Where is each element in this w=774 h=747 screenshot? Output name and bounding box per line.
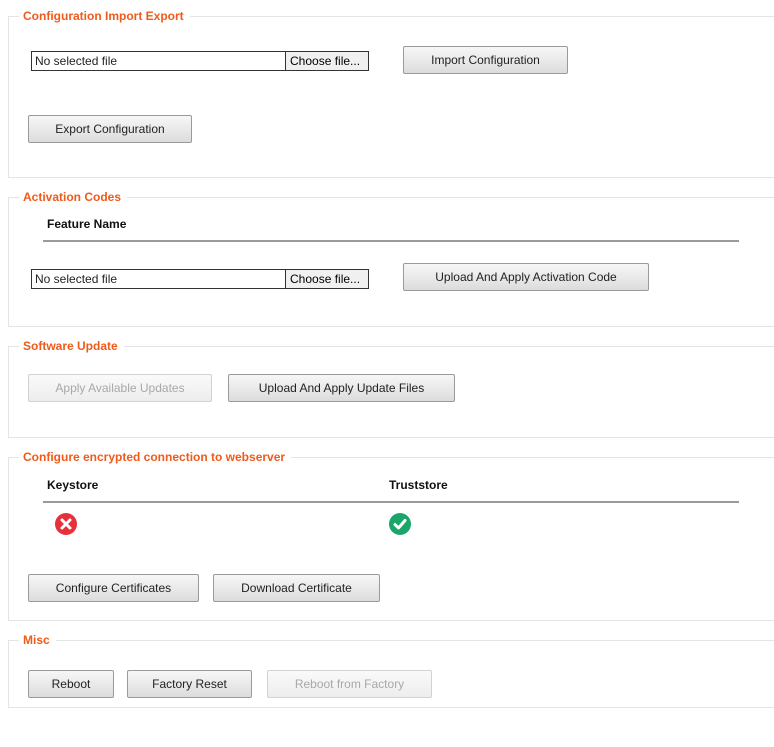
section-title: Misc [19,633,56,648]
config-choose-file-button[interactable]: Choose file... [285,51,369,71]
activation-choose-file-button[interactable]: Choose file... [285,269,369,289]
configure-certificates-button[interactable]: Configure Certificates [28,574,199,602]
section-title: Activation Codes [19,190,128,205]
config-file-picker[interactable]: No selected file Choose file... [31,51,369,71]
download-certificate-button[interactable]: Download Certificate [213,574,380,602]
check-circle-icon [389,513,411,535]
upload-activation-code-button[interactable]: Upload And Apply Activation Code [403,263,649,291]
factory-reset-button[interactable]: Factory Reset [127,670,252,698]
apply-available-updates-button[interactable]: Apply Available Updates [28,374,212,402]
reboot-button[interactable]: Reboot [28,670,114,698]
table-header-rule [43,240,739,242]
export-configuration-button[interactable]: Export Configuration [28,115,192,143]
config-import-export-section: Configuration Import Export No selected … [8,9,774,178]
section-title: Configure encrypted connection to webser… [19,450,292,465]
misc-section: Misc Reboot Factory Reset Reboot from Fa… [8,633,774,708]
upload-update-files-button[interactable]: Upload And Apply Update Files [228,374,455,402]
activation-codes-section: Activation Codes Feature Name No selecte… [8,190,774,327]
activation-file-picker[interactable]: No selected file Choose file... [31,269,369,289]
feature-name-header: Feature Name [47,217,127,231]
section-title: Configuration Import Export [19,9,190,24]
encrypted-connection-section: Configure encrypted connection to webser… [8,450,774,621]
activation-file-name: No selected file [31,269,285,289]
reboot-from-factory-button[interactable]: Reboot from Factory [267,670,432,698]
truststore-header: Truststore [389,478,448,492]
config-file-name: No selected file [31,51,285,71]
section-title: Software Update [19,339,124,354]
import-configuration-button[interactable]: Import Configuration [403,46,568,74]
table-header-rule [43,501,739,503]
x-circle-icon [55,513,77,535]
keystore-header: Keystore [47,478,99,492]
software-update-section: Software Update Apply Available Updates … [8,339,774,438]
